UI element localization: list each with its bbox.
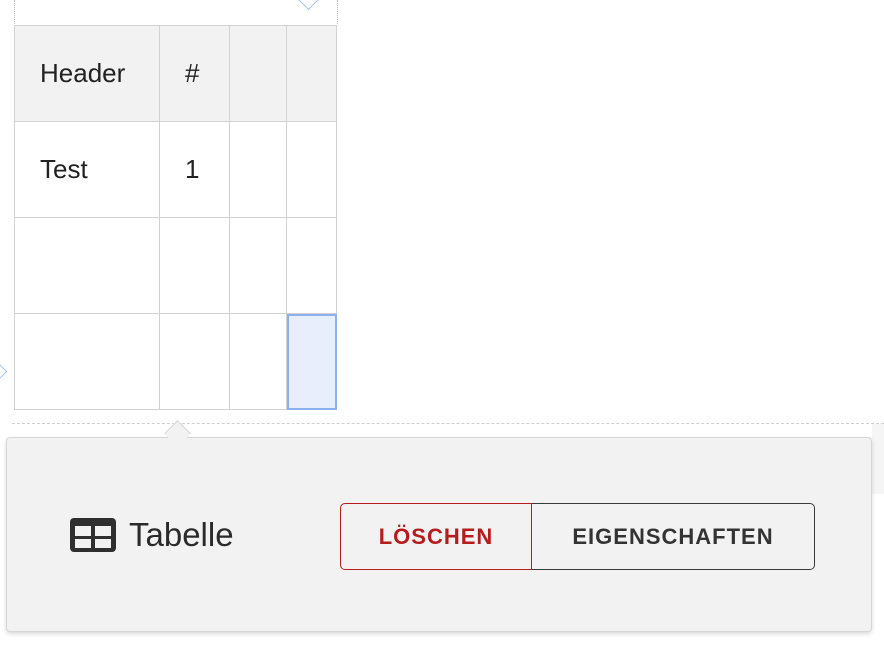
table-row: Test 1: [14, 121, 337, 218]
table-cell[interactable]: [286, 121, 337, 218]
table-row: Header #: [14, 25, 337, 122]
toolbar-button-group: LÖSCHEN EIGENSCHAFTEN: [340, 503, 815, 570]
widget-guide-line: [12, 423, 884, 424]
table-cell[interactable]: [229, 217, 287, 314]
table-cell[interactable]: [286, 25, 337, 122]
chevron-right-icon[interactable]: [0, 363, 8, 380]
table-cell[interactable]: Test: [14, 121, 160, 218]
widget-type-label: Tabelle: [69, 516, 234, 554]
table-cell[interactable]: [159, 313, 230, 410]
table-cell[interactable]: [229, 25, 287, 122]
widget-outline: [14, 0, 338, 24]
table-cell[interactable]: [229, 121, 287, 218]
properties-button[interactable]: EIGENSCHAFTEN: [532, 503, 815, 570]
widget-toolbar: Tabelle LÖSCHEN EIGENSCHAFTEN: [6, 437, 872, 632]
table-cell[interactable]: #: [159, 25, 230, 122]
table-cell[interactable]: [14, 217, 160, 314]
table-cell[interactable]: Header: [14, 25, 160, 122]
table-cell[interactable]: [159, 217, 230, 314]
table-cell[interactable]: 1: [159, 121, 230, 218]
editor-stage: Header # Test 1 Tabelle LÖSCHEN EIGENSCH…: [0, 0, 884, 646]
table-icon: [69, 517, 117, 553]
widget-label-text: Tabelle: [129, 516, 234, 553]
table-row: [14, 313, 337, 410]
data-table: Header # Test 1: [14, 25, 337, 410]
table-cell[interactable]: [229, 313, 287, 410]
delete-button[interactable]: LÖSCHEN: [340, 503, 532, 570]
table-row: [14, 217, 337, 314]
selected-table-cell[interactable]: [286, 313, 337, 410]
table-cell[interactable]: [286, 217, 337, 314]
editor-edge: [872, 424, 884, 494]
table-cell[interactable]: [14, 313, 160, 410]
